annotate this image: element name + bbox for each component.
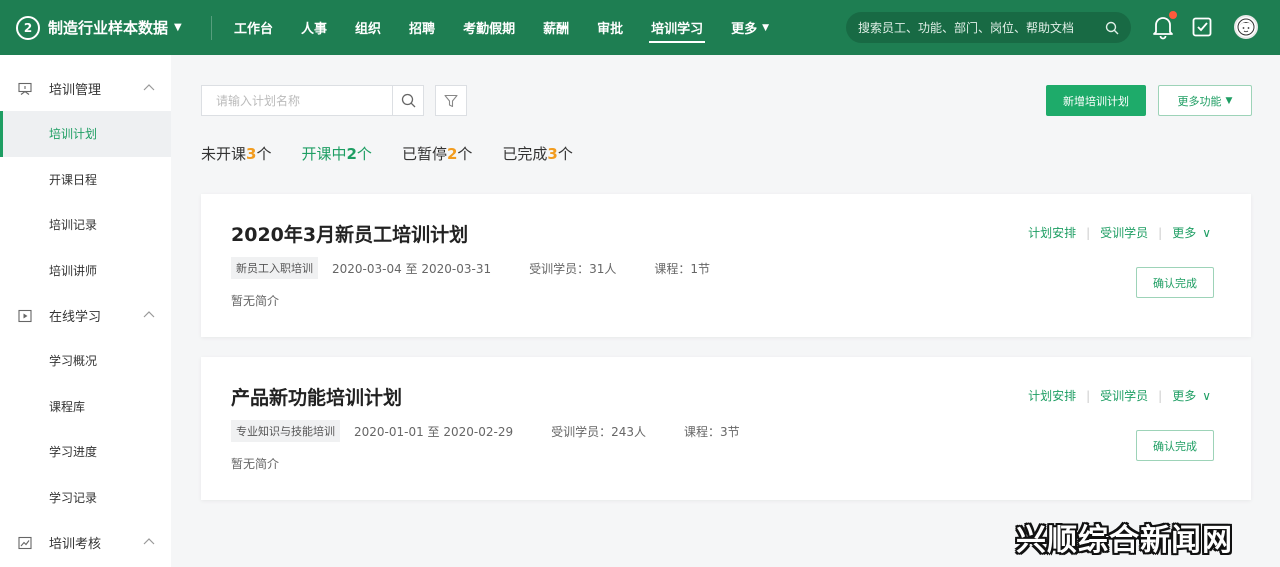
plan-actions: 计划安排 | 受训学员 | 更多 ∨ xyxy=(1028,387,1211,404)
sidebar-group-online-learning[interactable]: 在线学习 xyxy=(0,293,171,338)
confirm-complete-button[interactable]: 确认完成 xyxy=(1136,430,1214,461)
plan-type-tag: 专业知识与技能培训 xyxy=(231,420,340,442)
caret-down-icon: ▼ xyxy=(762,22,770,33)
chevron-down-icon: ∨ xyxy=(1202,226,1211,240)
top-actions xyxy=(1152,11,1258,41)
plan-courses: 课程：1节 xyxy=(654,261,711,276)
plan-description: 暂无简介 xyxy=(231,457,280,471)
tab-completed[interactable]: 已完成3个 xyxy=(502,143,572,164)
nav-approval[interactable]: 审批 xyxy=(583,0,637,55)
sidebar-group-label: 在线学习 xyxy=(49,310,102,325)
site-watermark: 兴顺综合新闻网 xyxy=(1016,523,1233,558)
notifications-button[interactable] xyxy=(1152,11,1177,41)
sidebar-item-course-library[interactable]: 课程库 xyxy=(0,384,171,430)
search-icon xyxy=(401,93,415,108)
sidebar-item-learning-progress[interactable]: 学习进度 xyxy=(0,429,171,475)
more-functions-button[interactable]: 更多功能 ▼ xyxy=(1158,85,1252,116)
nav-recruitment[interactable]: 招聘 xyxy=(395,0,449,55)
sidebar-item-training-records[interactable]: 培训记录 xyxy=(0,202,171,248)
chevron-down-icon: ∨ xyxy=(1202,389,1211,403)
plan-title[interactable]: 产品新功能培训计划 xyxy=(231,383,402,410)
nav-workbench[interactable]: 工作台 xyxy=(220,0,287,55)
nav-personnel[interactable]: 人事 xyxy=(287,0,341,55)
company-switcher[interactable]: 2 制造行业样本数据 ▼ xyxy=(0,15,212,40)
caret-down-icon: ▼ xyxy=(174,22,182,33)
company-logo: 2 xyxy=(16,15,40,40)
plan-schedule-link[interactable]: 计划安排 xyxy=(1028,224,1076,241)
divider: | xyxy=(1158,225,1163,240)
nav-payroll[interactable]: 薪酬 xyxy=(529,0,583,55)
nav-organization[interactable]: 组织 xyxy=(341,0,395,55)
sidebar-item-training-plan[interactable]: 培训计划 xyxy=(0,111,171,157)
tab-paused[interactable]: 已暂停2个 xyxy=(402,143,472,164)
tab-not-started[interactable]: 未开课3个 xyxy=(201,143,271,164)
global-search[interactable]: 搜索员工、功能、部门、岗位、帮助文档 xyxy=(846,12,1131,43)
training-icon xyxy=(18,82,32,95)
plan-title[interactable]: 2020年3月新员工培训计划 xyxy=(231,220,468,247)
sidebar-item-trainers[interactable]: 培训讲师 xyxy=(0,248,171,294)
plan-card: 2020年3月新员工培训计划 新员工入职培训 2020-03-04 至 2020… xyxy=(201,194,1251,337)
chevron-down-icon: ▼ xyxy=(1225,95,1233,106)
plan-more-link[interactable]: 更多 ∨ xyxy=(1172,387,1211,404)
main-nav: 工作台 人事 组织 招聘 考勤假期 薪酬 审批 培训学习 更多 ▼ xyxy=(220,0,783,55)
new-training-plan-button[interactable]: 新增培训计划 xyxy=(1046,85,1146,116)
plan-trainees: 受训学员：31人 xyxy=(529,261,617,276)
chevron-up-icon xyxy=(143,538,155,545)
top-navigation-bar: 2 制造行业样本数据 ▼ 工作台 人事 组织 招聘 考勤假期 薪酬 审批 培训学… xyxy=(0,0,1280,55)
plan-type-tag: 新员工入职培训 xyxy=(231,257,318,279)
plan-period: 2020-01-01 至 2020-02-29 xyxy=(354,424,514,439)
plan-search-input[interactable] xyxy=(202,86,392,115)
chevron-up-icon xyxy=(143,311,155,318)
plan-more-link[interactable]: 更多 ∨ xyxy=(1172,224,1211,241)
confirm-complete-button[interactable]: 确认完成 xyxy=(1136,267,1214,298)
chart-icon xyxy=(18,536,32,549)
plan-courses: 课程：3节 xyxy=(684,424,740,439)
plan-description: 暂无简介 xyxy=(231,294,280,308)
divider: | xyxy=(1086,225,1091,240)
sidebar-group-training-assessment[interactable]: 培训考核 xyxy=(0,520,171,565)
plan-meta: 新员工入职培训 2020-03-04 至 2020-03-31 受训学员：31人… xyxy=(231,257,748,279)
chevron-up-icon xyxy=(143,84,155,91)
filter-button[interactable] xyxy=(435,85,467,116)
avatar[interactable] xyxy=(1234,15,1258,39)
nav-attendance[interactable]: 考勤假期 xyxy=(449,0,529,55)
notification-dot xyxy=(1169,11,1177,19)
feedback-button[interactable] xyxy=(1192,13,1212,41)
search-icon xyxy=(1105,21,1119,34)
video-icon xyxy=(18,309,32,322)
company-name: 制造行业样本数据 xyxy=(48,19,169,37)
sidebar-group-label: 培训考核 xyxy=(49,537,102,552)
sidebar-group-training[interactable]: 培训管理 xyxy=(0,66,171,111)
plan-trainees-link[interactable]: 受训学员 xyxy=(1100,224,1148,241)
plan-search xyxy=(201,85,424,116)
plan-trainees-link[interactable]: 受训学员 xyxy=(1100,387,1148,404)
sidebar-group-label: 培训管理 xyxy=(49,83,102,98)
sidebar-item-learning-overview[interactable]: 学习概况 xyxy=(0,338,171,384)
nav-training[interactable]: 培训学习 xyxy=(637,0,717,55)
edit-icon xyxy=(1192,17,1212,37)
plan-search-button[interactable] xyxy=(392,86,423,115)
status-tabs: 未开课3个 开课中2个 已暂停2个 已完成3个 xyxy=(201,143,603,164)
plan-actions: 计划安排 | 受训学员 | 更多 ∨ xyxy=(1028,224,1211,241)
sidebar: 培训管理 培训计划 开课日程 培训记录 培训讲师 在线学习 学习概况 课程库 学… xyxy=(0,55,171,567)
divider: | xyxy=(1158,388,1163,403)
tab-in-progress[interactable]: 开课中2个 xyxy=(301,143,371,164)
plan-meta: 专业知识与技能培训 2020-01-01 至 2020-02-29 受训学员：2… xyxy=(231,420,778,442)
sidebar-item-course-schedule[interactable]: 开课日程 xyxy=(0,157,171,203)
sidebar-item-learning-records[interactable]: 学习记录 xyxy=(0,475,171,521)
plan-card: 产品新功能培训计划 专业知识与技能培训 2020-01-01 至 2020-02… xyxy=(201,357,1251,500)
main-content: 新增培训计划 更多功能▼ 未开课3个 开课中2个 已暂停2个 已完成3个 202… xyxy=(171,55,1280,567)
nav-more[interactable]: 更多 ▼ xyxy=(717,0,783,55)
filter-icon xyxy=(444,94,458,107)
plan-trainees: 受训学员：243人 xyxy=(551,424,647,439)
plan-schedule-link[interactable]: 计划安排 xyxy=(1028,387,1076,404)
user-face-icon xyxy=(1237,18,1255,36)
divider: | xyxy=(1086,388,1091,403)
global-search-placeholder: 搜索员工、功能、部门、岗位、帮助文档 xyxy=(858,21,1075,35)
plan-period: 2020-03-04 至 2020-03-31 xyxy=(332,261,492,276)
